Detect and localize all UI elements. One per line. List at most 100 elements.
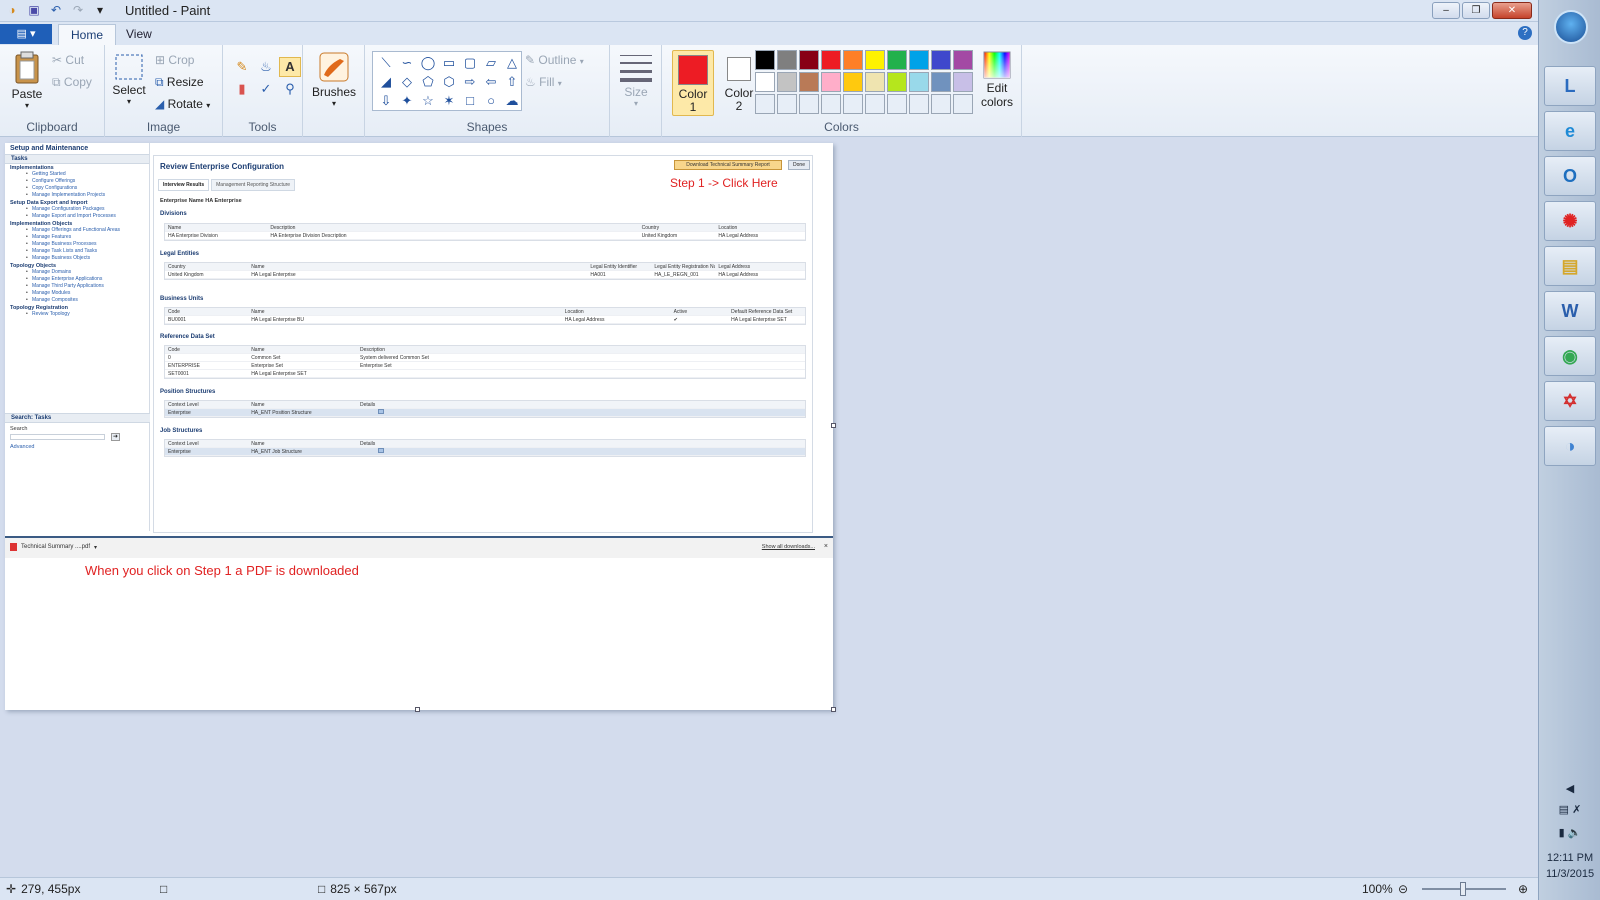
shapes-gallery[interactable]: ⟍ ∽ ◯ ▭ ▢ ▱ △ ◢ ◇ ⬠ ⬡ ⇨ ⇦ ⇧ ⇩ ✦ ☆ ✶ □ ○ … <box>372 51 522 111</box>
cloud-callout-shape-icon[interactable]: ☁ <box>502 92 522 110</box>
polygon-shape-icon[interactable]: ▱ <box>481 54 501 72</box>
save-icon[interactable]: ▣ <box>26 2 42 18</box>
ie-icon[interactable]: e <box>1544 111 1596 151</box>
task-link[interactable]: Copy Configurations <box>5 185 149 192</box>
task-link[interactable]: Manage Modules <box>5 290 149 297</box>
palette-swatch[interactable] <box>799 72 819 92</box>
task-link[interactable]: Manage Third Party Applications <box>5 283 149 290</box>
resize-handle-right[interactable] <box>831 423 836 428</box>
paint-app-icon[interactable]: ◑ <box>4 2 20 18</box>
task-link[interactable]: Getting Started <box>5 171 149 178</box>
paint-canvas[interactable]: Setup and Maintenance Tasks Implementati… <box>5 143 833 710</box>
tab-view[interactable]: View <box>114 24 164 45</box>
task-link[interactable]: Manage Domains <box>5 269 149 276</box>
resize-handle-corner[interactable] <box>831 707 836 712</box>
palette-swatch[interactable] <box>821 50 841 70</box>
paste-button[interactable]: Paste ▾ <box>8 51 46 110</box>
palette-swatch[interactable] <box>755 72 775 92</box>
airtel-icon[interactable]: ✺ <box>1544 201 1596 241</box>
hexagon-shape-icon[interactable]: ⬡ <box>439 73 459 91</box>
paint-icon[interactable]: ◑ <box>1544 426 1596 466</box>
table-row[interactable]: HA Enterprise Division HA Enterprise Divi… <box>165 232 805 240</box>
done-button[interactable]: Done <box>788 160 810 170</box>
fill-button[interactable]: ♨ Fill ▾ <box>525 75 562 89</box>
palette-swatch[interactable] <box>953 94 973 114</box>
palette-swatch[interactable] <box>931 50 951 70</box>
text-tool-icon[interactable]: A <box>279 57 301 77</box>
table-row[interactable]: 0 Common Set System delivered Common Set <box>165 354 805 362</box>
word-icon[interactable]: W <box>1544 291 1596 331</box>
palette-swatch[interactable] <box>953 72 973 92</box>
crop-button[interactable]: ⊞ Crop <box>155 53 194 67</box>
brushes-button[interactable]: Brushes ▾ <box>307 51 361 108</box>
palette-swatch[interactable] <box>909 72 929 92</box>
start-button[interactable] <box>1554 10 1588 44</box>
palette-swatch[interactable] <box>865 50 885 70</box>
curve-shape-icon[interactable]: ∽ <box>397 54 417 72</box>
minimize-button[interactable]: – <box>1432 2 1460 19</box>
file-menu-button[interactable]: ▤ ▾ <box>0 24 52 44</box>
up-arrow-shape-icon[interactable]: ⇧ <box>502 73 522 91</box>
six-point-star-shape-icon[interactable]: ✶ <box>439 92 459 110</box>
color2-selector[interactable]: Color 2 <box>718 50 760 116</box>
zoom-out-icon[interactable]: ⊝ <box>1398 882 1408 896</box>
edit-colors-button[interactable]: Edit colors <box>975 51 1019 109</box>
show-all-downloads-link[interactable]: Show all downloads... <box>762 544 815 550</box>
restore-button[interactable]: ❐ <box>1462 2 1490 19</box>
four-point-star-shape-icon[interactable]: ✦ <box>397 92 417 110</box>
oval-shape-icon[interactable]: ◯ <box>418 54 438 72</box>
diamond-shape-icon[interactable]: ◇ <box>397 73 417 91</box>
resize-button[interactable]: ⧉ Resize <box>155 75 204 90</box>
palette-swatch[interactable] <box>843 50 863 70</box>
show-hidden-icons[interactable]: ◀ <box>1539 782 1600 795</box>
palette-swatch[interactable] <box>909 50 929 70</box>
explorer-icon[interactable]: ▤ <box>1544 246 1596 286</box>
clock-time[interactable]: 12:11 PM <box>1539 852 1600 864</box>
palette-swatch[interactable] <box>887 50 907 70</box>
palette-swatch[interactable] <box>931 72 951 92</box>
task-link[interactable]: Review Topology <box>5 311 149 318</box>
task-link[interactable]: Manage Task Lists and Tasks <box>5 248 149 255</box>
table-row[interactable]: Enterprise HA_ENT Job Structure <box>165 448 805 456</box>
palette-swatch[interactable] <box>755 50 775 70</box>
lync-icon[interactable]: L <box>1544 66 1596 106</box>
palette-swatch[interactable] <box>755 94 775 114</box>
palette-swatch[interactable] <box>887 72 907 92</box>
magnifier-icon[interactable]: ⚲ <box>279 79 301 99</box>
palette-swatch[interactable] <box>887 94 907 114</box>
palette-swatch[interactable] <box>909 94 929 114</box>
table-row[interactable]: Enterprise HA_ENT Position Structure <box>165 409 805 417</box>
tab-home[interactable]: Home <box>58 24 117 45</box>
rotate-button[interactable]: ◢ Rotate ▾ <box>155 97 210 111</box>
task-link[interactable]: Manage Composites <box>5 297 149 304</box>
select-button[interactable]: Select ▾ <box>111 53 147 106</box>
outlook-icon[interactable]: O <box>1544 156 1596 196</box>
close-download-bar-icon[interactable]: × <box>824 543 828 550</box>
chevron-down-icon[interactable]: ▾ <box>94 544 97 551</box>
left-arrow-shape-icon[interactable]: ⇦ <box>481 73 501 91</box>
five-point-star-shape-icon[interactable]: ☆ <box>418 92 438 110</box>
task-link[interactable]: Manage Business Objects <box>5 255 149 262</box>
table-row[interactable]: BU0001 HA Legal Enterprise BU HA Legal Add… <box>165 316 805 324</box>
clock-date[interactable]: 11/3/2015 <box>1539 868 1600 880</box>
zoom-in-icon[interactable]: ⊕ <box>1518 882 1528 896</box>
palette-swatch[interactable] <box>799 94 819 114</box>
table-row[interactable]: SET0001 HA Legal Enterprise SET <box>165 370 805 378</box>
eraser-icon[interactable]: ▮ <box>231 79 253 99</box>
line-shape-icon[interactable]: ⟍ <box>376 54 396 72</box>
task-link[interactable]: Manage Features <box>5 234 149 241</box>
outline-button[interactable]: ✎ Outline ▾ <box>525 53 584 67</box>
close-button[interactable]: ✕ <box>1492 2 1532 19</box>
oval-callout-shape-icon[interactable]: ○ <box>481 92 501 110</box>
rectangle-shape-icon[interactable]: ▭ <box>439 54 459 72</box>
download-item[interactable]: Technical Summary ....pdf ▾ <box>10 543 97 551</box>
palette-swatch[interactable] <box>865 94 885 114</box>
search-go-icon[interactable]: ➜ <box>111 433 120 441</box>
network-icon[interactable]: ▤ ✗ <box>1539 803 1600 816</box>
fill-bucket-icon[interactable]: ♨ <box>255 57 277 77</box>
redo-icon[interactable]: ↷ <box>70 2 86 18</box>
palette-swatch[interactable] <box>843 94 863 114</box>
size-button[interactable]: Size ▾ <box>616 53 656 108</box>
search-input[interactable] <box>10 434 105 440</box>
rounded-rect-shape-icon[interactable]: ▢ <box>460 54 480 72</box>
